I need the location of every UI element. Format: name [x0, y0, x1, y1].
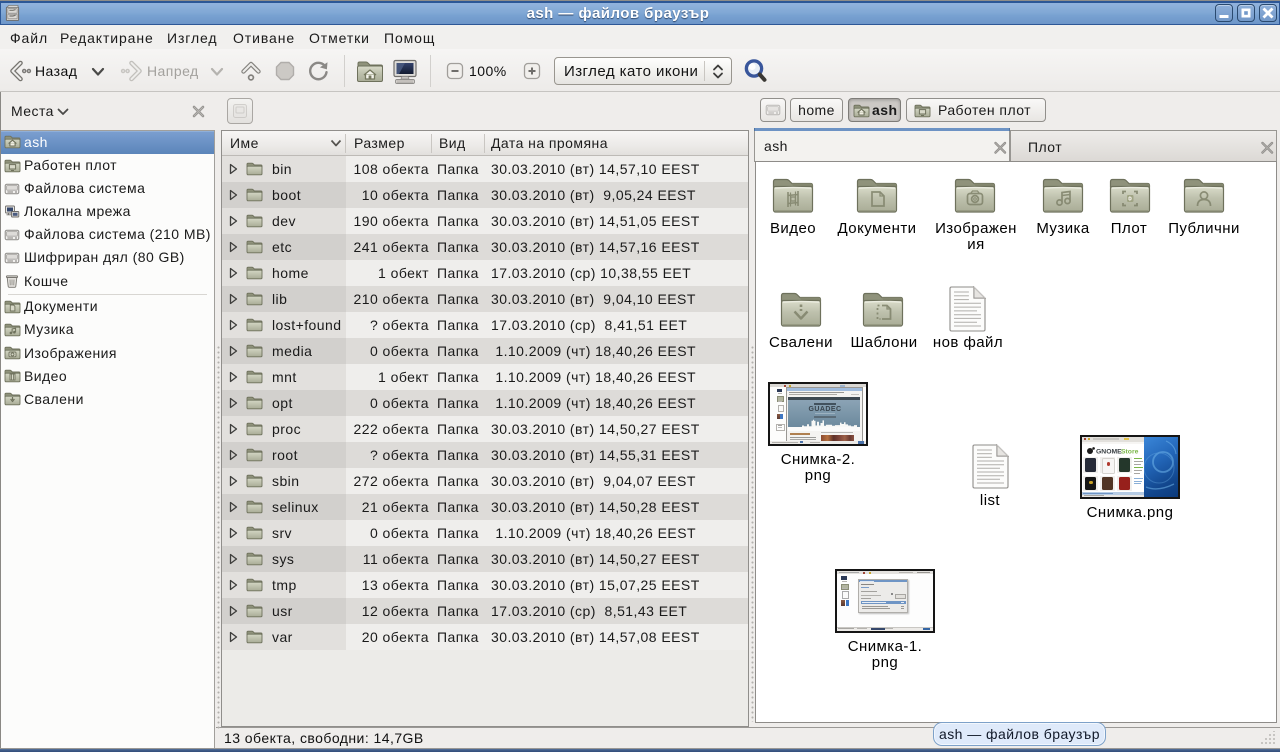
svg-text:Store: Store: [1121, 449, 1139, 456]
svg-text:GNOME: GNOME: [1096, 449, 1122, 456]
